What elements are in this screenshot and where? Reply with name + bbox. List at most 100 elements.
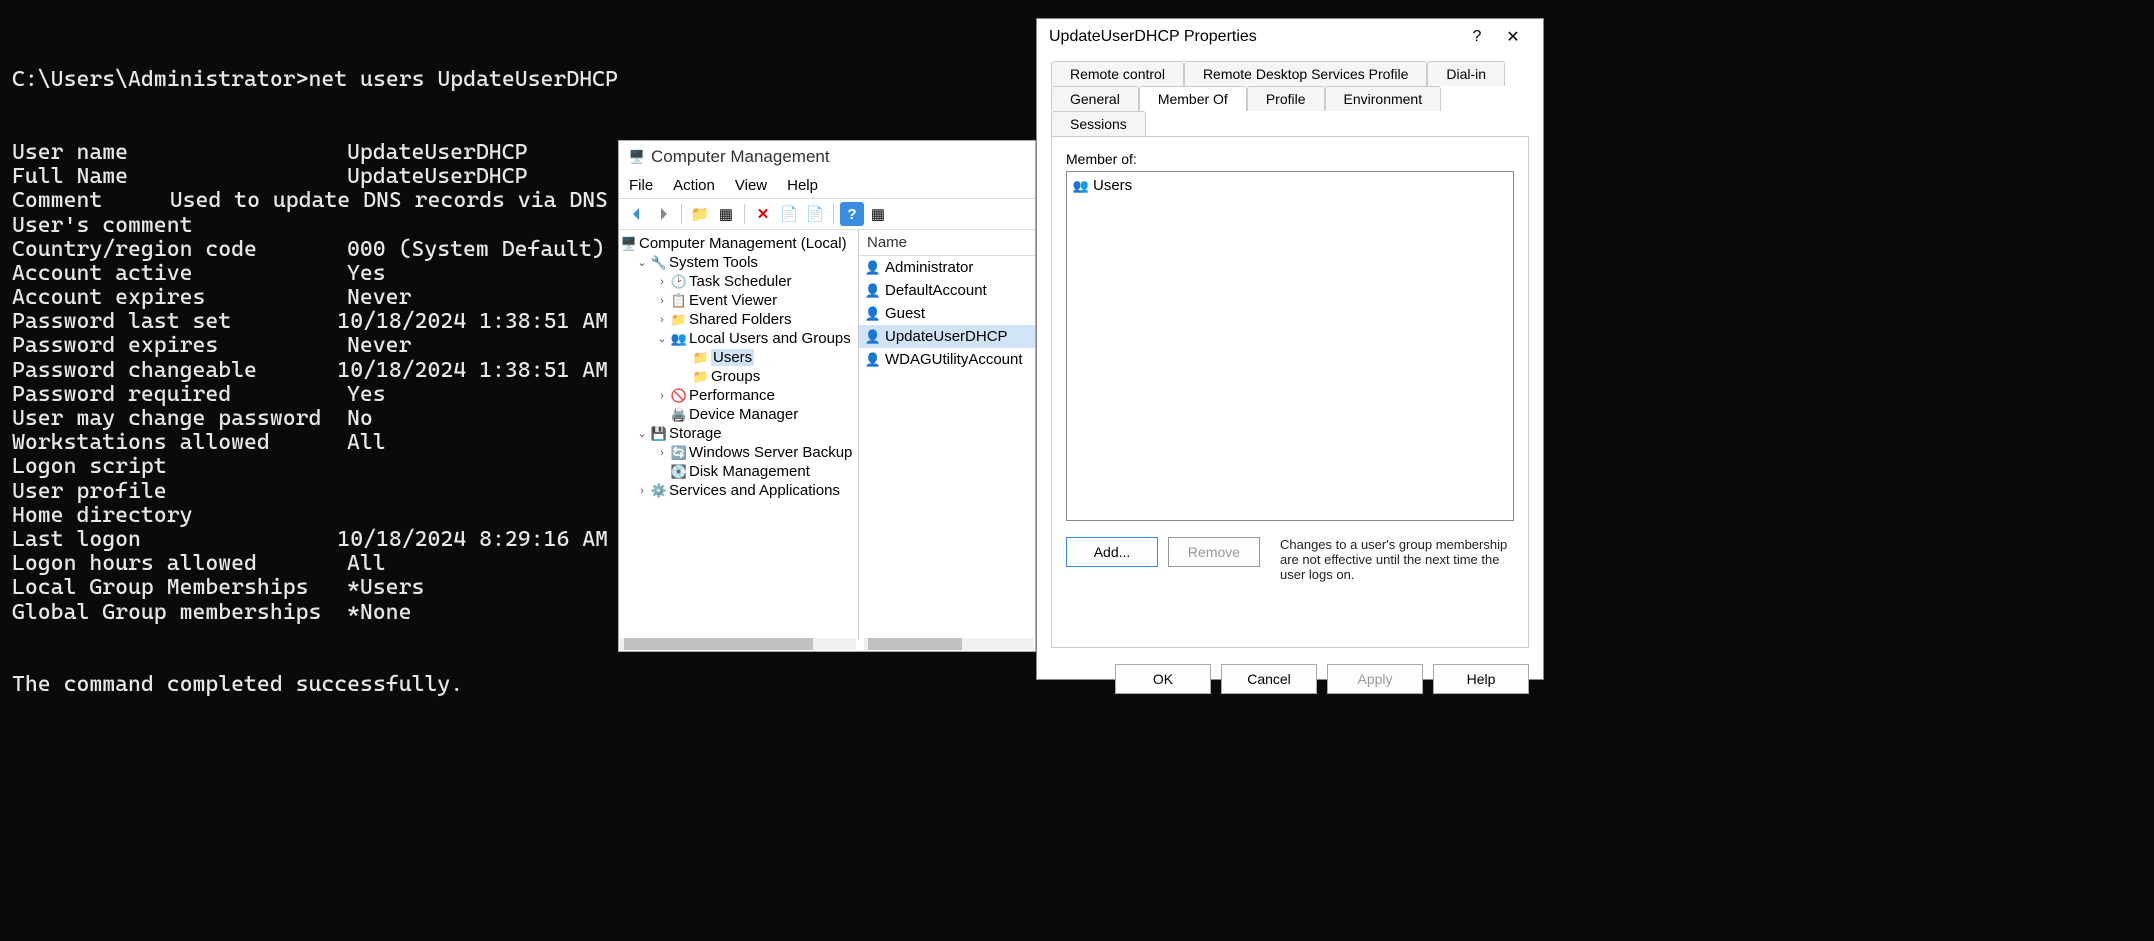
- tree-disk-mgmt[interactable]: 💽Disk Management: [621, 462, 856, 481]
- storage-icon: 💾: [651, 426, 667, 442]
- users-icon: 👥: [671, 331, 687, 347]
- remove-button[interactable]: Remove: [1168, 537, 1260, 567]
- title-text: Computer Management: [651, 147, 830, 167]
- export-button[interactable]: 📄: [803, 202, 827, 226]
- forward-button[interactable]: [651, 202, 675, 226]
- tab-profile[interactable]: Profile: [1247, 86, 1325, 111]
- services-icon: ⚙️: [651, 483, 667, 499]
- tab-environment[interactable]: Environment: [1325, 86, 1442, 111]
- ok-button[interactable]: OK: [1115, 664, 1211, 694]
- help-button[interactable]: ?: [840, 202, 864, 226]
- event-icon: 📋: [671, 293, 687, 309]
- tab-remote-control[interactable]: Remote control: [1051, 61, 1184, 86]
- properties-button[interactable]: 📄: [777, 202, 801, 226]
- menu-view[interactable]: View: [735, 177, 767, 194]
- user-label: Guest: [885, 305, 925, 322]
- delete-button[interactable]: ✕: [751, 202, 775, 226]
- cancel-button[interactable]: Cancel: [1221, 664, 1317, 694]
- back-button[interactable]: [625, 202, 649, 226]
- terminal-row: Workstations allowedAll: [12, 431, 608, 455]
- properties-dialog: UpdateUserDHCP Properties ? ✕ Remote con…: [1036, 18, 1544, 680]
- terminal-row: User may change passwordNo: [12, 407, 608, 431]
- terminal-row: User nameUpdateUserDHCP: [12, 141, 608, 165]
- tree-performance[interactable]: ›🚫Performance: [621, 386, 856, 405]
- user-item[interactable]: 👤Guest: [859, 302, 1035, 325]
- tree-local-users[interactable]: ⌄👥Local Users and Groups: [621, 329, 856, 348]
- window-title: 🖥️ Computer Management: [619, 141, 1035, 173]
- dialog-title: UpdateUserDHCP Properties: [1049, 28, 1459, 46]
- user-label: WDAGUtilityAccount: [885, 351, 1023, 368]
- user-icon: 👤: [865, 352, 881, 368]
- menu-file[interactable]: File: [629, 177, 653, 194]
- tree-services[interactable]: ›⚙️Services and Applications: [621, 481, 856, 500]
- list-panel: Name 👤Administrator👤DefaultAccount👤Guest…: [859, 230, 1035, 640]
- backup-icon: 🔄: [671, 445, 687, 461]
- user-label: Administrator: [885, 259, 973, 276]
- tree-device-manager[interactable]: 🖨️Device Manager: [621, 405, 856, 424]
- terminal-row: Local Group Memberships*Users: [12, 576, 608, 600]
- terminal-row: Country/region code000 (System Default): [12, 238, 608, 262]
- tree-users[interactable]: 📁Users: [621, 348, 856, 367]
- tree-shared-folders[interactable]: ›📁Shared Folders: [621, 310, 856, 329]
- terminal-row: Global Group memberships*None: [12, 601, 608, 625]
- user-icon: 👤: [865, 306, 881, 322]
- tree-scrollbar[interactable]: [620, 638, 856, 640]
- refresh-button[interactable]: ▦: [866, 202, 890, 226]
- apply-button[interactable]: Apply: [1327, 664, 1423, 694]
- user-icon: 👤: [865, 283, 881, 299]
- user-item[interactable]: 👤Administrator: [859, 256, 1035, 279]
- device-icon: 🖨️: [671, 407, 687, 423]
- tree-groups[interactable]: 📁Groups: [621, 367, 856, 386]
- menu-help[interactable]: Help: [787, 177, 818, 194]
- list-scrollbar[interactable]: [864, 638, 1034, 650]
- tree-server-backup[interactable]: ›🔄Windows Server Backup: [621, 443, 856, 462]
- terminal-row: Last logon10/18/2024 8:29:16 AM: [12, 528, 608, 552]
- tab-dial-in[interactable]: Dial-in: [1427, 61, 1505, 86]
- user-icon: 👤: [865, 329, 881, 345]
- tab-general[interactable]: General: [1051, 86, 1139, 111]
- terminal-row: Password changeable10/18/2024 1:38:51 AM: [12, 359, 608, 383]
- list-header-name[interactable]: Name: [859, 230, 1035, 256]
- tab-sessions[interactable]: Sessions: [1051, 111, 1146, 136]
- member-list[interactable]: 👥 Users: [1066, 171, 1514, 521]
- close-icon[interactable]: ✕: [1495, 27, 1531, 47]
- tree-root[interactable]: 🖥️Computer Management (Local): [621, 234, 856, 253]
- tree-task-scheduler[interactable]: ›🕑Task Scheduler: [621, 272, 856, 291]
- tools-icon: 🔧: [651, 255, 667, 271]
- tab-remote-desktop-services-profile[interactable]: Remote Desktop Services Profile: [1184, 61, 1427, 86]
- folder-icon: 📁: [671, 312, 687, 328]
- user-icon: 👤: [865, 260, 881, 276]
- help-button[interactable]: Help: [1433, 664, 1529, 694]
- folder-icon: 📁: [693, 350, 709, 366]
- computer-icon: 🖥️: [629, 149, 645, 165]
- tree-event-viewer[interactable]: ›📋Event Viewer: [621, 291, 856, 310]
- terminal-row: Account activeYes: [12, 262, 608, 286]
- folder-icon: 📁: [693, 369, 709, 385]
- user-item[interactable]: 👤DefaultAccount: [859, 279, 1035, 302]
- add-button[interactable]: Add...: [1066, 537, 1158, 567]
- menu-action[interactable]: Action: [673, 177, 715, 194]
- terminal-row: CommentUsed to update DNS records via DN…: [12, 189, 608, 213]
- performance-icon: 🚫: [671, 388, 687, 404]
- tree-storage[interactable]: ⌄💾Storage: [621, 424, 856, 443]
- user-label: DefaultAccount: [885, 282, 987, 299]
- tab-member-of[interactable]: Member Of: [1139, 86, 1247, 111]
- terminal-row: Logon script: [12, 455, 608, 479]
- terminal-row: User profile: [12, 480, 608, 504]
- terminal-row: User's comment: [12, 214, 608, 238]
- terminal-output: C:\Users\Administrator>net users UpdateU…: [0, 0, 620, 741]
- terminal-row: Home directory: [12, 504, 608, 528]
- tree-panel: 🖥️Computer Management (Local) ⌄🔧System T…: [619, 230, 859, 640]
- command: net users UpdateUserDHCP: [308, 67, 617, 92]
- help-icon[interactable]: ?: [1459, 28, 1495, 46]
- tree-system-tools[interactable]: ⌄🔧System Tools: [621, 253, 856, 272]
- member-label: Users: [1093, 177, 1132, 194]
- up-button[interactable]: 📁: [688, 202, 712, 226]
- user-item[interactable]: 👤WDAGUtilityAccount: [859, 348, 1035, 371]
- terminal-row: Password last set10/18/2024 1:38:51 AM: [12, 310, 608, 334]
- tab-content: Member of: 👥 Users Add... Remove Changes…: [1051, 136, 1529, 648]
- view-button[interactable]: ▦: [714, 202, 738, 226]
- note-text: Changes to a user's group membership are…: [1280, 537, 1514, 582]
- member-item-users[interactable]: 👥 Users: [1071, 176, 1509, 195]
- user-item[interactable]: 👤UpdateUserDHCP: [859, 325, 1035, 348]
